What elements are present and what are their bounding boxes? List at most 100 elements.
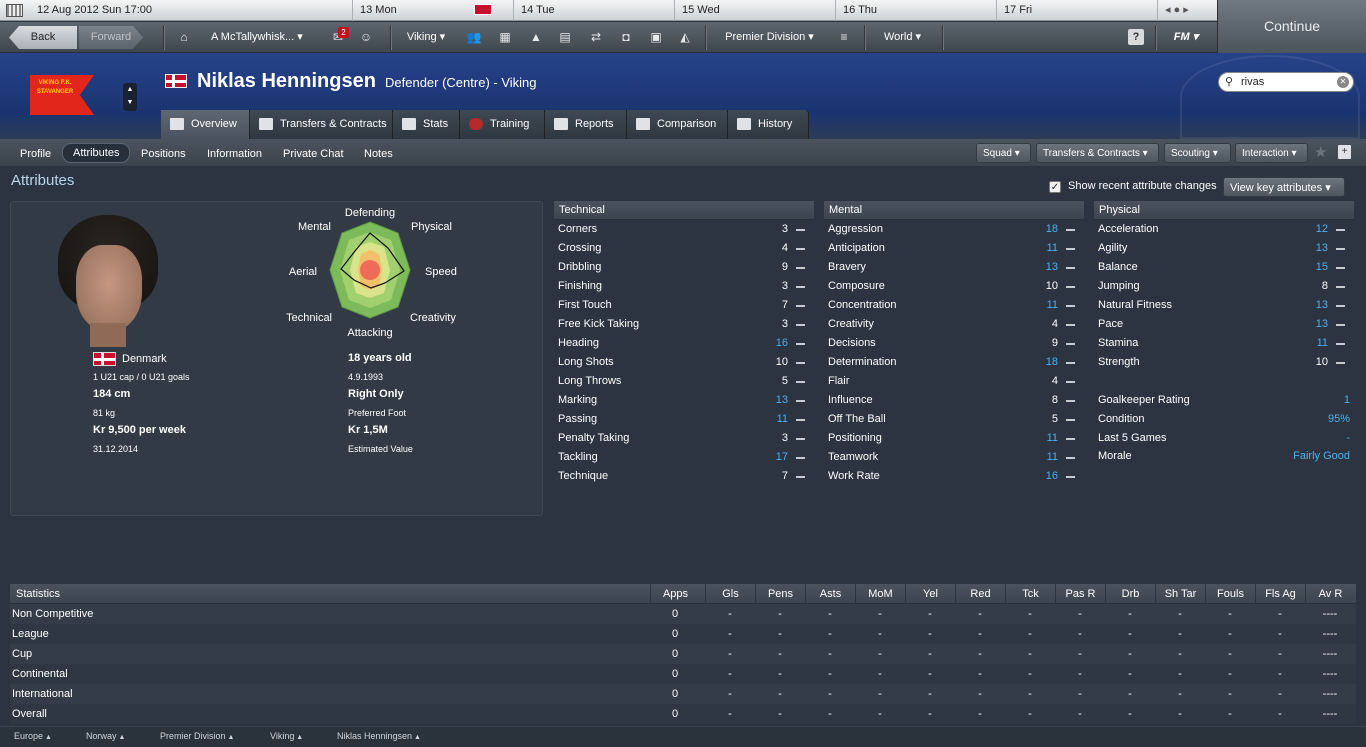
column-header[interactable]: Fouls [1205, 584, 1255, 604]
column-header[interactable]: Gls [705, 584, 755, 604]
player-scroll-arrows[interactable]: ▲ ▼ [123, 83, 137, 111]
scouting-dropdown[interactable]: Scouting ▾ [1164, 143, 1231, 163]
help-icon[interactable]: ? [1128, 29, 1144, 45]
physical-row[interactable]: Jumping 8 [1098, 277, 1345, 296]
technical-row[interactable]: First Touch 7 [558, 296, 805, 315]
squad-dropdown[interactable]: Squad ▾ [976, 143, 1031, 163]
mental-row[interactable]: Determination 18 [828, 353, 1075, 372]
tab-transfers-contracts[interactable]: Transfers & Contracts [250, 110, 393, 139]
day-14[interactable]: 14 Tue [513, 0, 674, 21]
mental-row[interactable]: Creativity 4 [828, 315, 1075, 334]
mental-row[interactable]: Flair 4 [828, 372, 1075, 391]
physical-row[interactable]: Balance 15 [1098, 258, 1345, 277]
column-header[interactable]: Yel [905, 584, 955, 604]
mental-row[interactable]: Work Rate 16 [828, 467, 1075, 486]
physical-row[interactable]: Acceleration 12 [1098, 220, 1345, 239]
calendar-icon[interactable] [6, 4, 23, 17]
table-row[interactable]: International 0- - - - - - - - - - - - ---- [10, 684, 1356, 704]
mental-row[interactable]: Decisions 9 [828, 334, 1075, 353]
table-row[interactable]: Non Competitive 0- - - - - - - - - - - - ---- [10, 604, 1356, 624]
physical-row[interactable]: Agility 13 [1098, 239, 1345, 258]
technical-row[interactable]: Dribbling 9 [558, 258, 805, 277]
scouting-icon[interactable]: ▣ [648, 30, 664, 44]
technical-row[interactable]: Marking 13 [558, 391, 805, 410]
tactics-icon[interactable]: ▦ [497, 30, 513, 44]
physical-row[interactable]: Stamina 11 [1098, 334, 1345, 353]
forward-button[interactable]: Forward [79, 26, 143, 49]
view-key-attributes-button[interactable]: View key attributes ▾ [1223, 177, 1345, 197]
tab-history[interactable]: History [728, 110, 809, 139]
continue-button[interactable]: Continue [1217, 0, 1366, 53]
technical-row[interactable]: Finishing 3 [558, 277, 805, 296]
physical-row[interactable]: Natural Fitness 13 [1098, 296, 1345, 315]
technical-row[interactable]: Tackling 17 [558, 448, 805, 467]
nationality[interactable]: Denmark [122, 353, 167, 365]
interaction-dropdown[interactable]: Interaction ▾ [1235, 143, 1308, 163]
staff-icon[interactable]: ☺ [358, 30, 374, 44]
breadcrumb-item[interactable]: Norway ▲ [86, 727, 125, 747]
technical-row[interactable]: Crossing 4 [558, 239, 805, 258]
day-16[interactable]: 16 Thu [835, 0, 996, 21]
technical-row[interactable]: Free Kick Taking 3 [558, 315, 805, 334]
breadcrumb-item[interactable]: Europe ▲ [14, 727, 52, 747]
club-menu[interactable]: Viking ▾ [396, 26, 456, 49]
column-header[interactable]: Drb [1105, 584, 1155, 604]
technical-row[interactable]: Penalty Taking 3 [558, 429, 805, 448]
table-row[interactable]: Cup 0- - - - - - - - - - - - ---- [10, 644, 1356, 664]
day-15[interactable]: 15 Wed [674, 0, 835, 21]
tab-comparison[interactable]: Comparison [627, 110, 728, 139]
manager-menu[interactable]: A McTallywhisk... ▾ [200, 26, 320, 49]
physical-row[interactable]: Pace 13 [1098, 315, 1345, 334]
day-17[interactable]: 17 Fri [996, 0, 1157, 21]
breadcrumb-item[interactable]: Niklas Henningsen ▲ [337, 727, 421, 747]
squad-icon[interactable]: 👥 [466, 30, 482, 44]
transfers-contracts-dropdown[interactable]: Transfers & Contracts ▾ [1036, 143, 1159, 163]
search-input[interactable]: rivas [1241, 76, 1264, 88]
subnav-attributes[interactable]: Attributes [62, 143, 131, 163]
column-header[interactable]: Fls Ag [1255, 584, 1305, 604]
breadcrumb-item[interactable]: Premier Division ▲ [160, 727, 234, 747]
mental-row[interactable]: Off The Ball 5 [828, 410, 1075, 429]
technical-row[interactable]: Long Throws 5 [558, 372, 805, 391]
physical-row[interactable]: Strength 10 [1098, 353, 1345, 372]
mental-row[interactable]: Aggression 18 [828, 220, 1075, 239]
transfers-icon[interactable]: ⇄ [588, 30, 604, 44]
table-row[interactable]: Overall 0- - - - - - - - - - - - ---- [10, 704, 1356, 724]
calendar-scroll-controls[interactable]: ◂ ● ▸ [1157, 0, 1217, 21]
mental-row[interactable]: Teamwork 11 [828, 448, 1075, 467]
mental-row[interactable]: Anticipation 11 [828, 239, 1075, 258]
finances-icon[interactable]: ◘ [618, 30, 634, 44]
subnav-profile[interactable]: Profile [20, 145, 51, 163]
column-header[interactable]: MoM [855, 584, 905, 604]
column-header[interactable]: Pas R [1055, 584, 1105, 604]
tab-reports[interactable]: Reports [545, 110, 627, 139]
stats-chart-icon[interactable]: ◭ [677, 30, 693, 44]
table-row[interactable]: Continental 0- - - - - - - - - - - - ---- [10, 664, 1356, 684]
column-header[interactable]: Asts [805, 584, 855, 604]
competition-menu[interactable]: Premier Division ▾ [712, 26, 827, 49]
shortlist-star-icon[interactable]: ★ [1314, 143, 1327, 161]
column-header[interactable]: Av R [1305, 584, 1355, 604]
column-header[interactable]: Pens [755, 584, 805, 604]
technical-row[interactable]: Long Shots 10 [558, 353, 805, 372]
technical-row[interactable]: Heading 16 [558, 334, 805, 353]
subnav-positions[interactable]: Positions [141, 145, 186, 163]
technical-row[interactable]: Corners 3 [558, 220, 805, 239]
technical-row[interactable]: Technique 7 [558, 467, 805, 486]
mental-row[interactable]: Bravery 13 [828, 258, 1075, 277]
technical-row[interactable]: Passing 11 [558, 410, 805, 429]
subnav-notes[interactable]: Notes [364, 145, 393, 163]
column-header[interactable]: Apps [650, 584, 700, 604]
subnav-private-chat[interactable]: Private Chat [283, 145, 344, 163]
mental-row[interactable]: Positioning 11 [828, 429, 1075, 448]
column-header[interactable]: Red [955, 584, 1005, 604]
tab-stats[interactable]: Stats [393, 110, 460, 139]
show-changes-checkbox[interactable]: ✓ [1049, 181, 1061, 193]
mental-row[interactable]: Concentration 11 [828, 296, 1075, 315]
list-icon[interactable]: ≡ [836, 30, 852, 44]
add-note-icon[interactable]: + [1338, 145, 1351, 159]
schedule-icon[interactable]: ▤ [557, 30, 573, 44]
mental-row[interactable]: Composure 10 [828, 277, 1075, 296]
clear-search-icon[interactable]: ✕ [1337, 76, 1349, 88]
tab-overview[interactable]: Overview [161, 110, 250, 139]
